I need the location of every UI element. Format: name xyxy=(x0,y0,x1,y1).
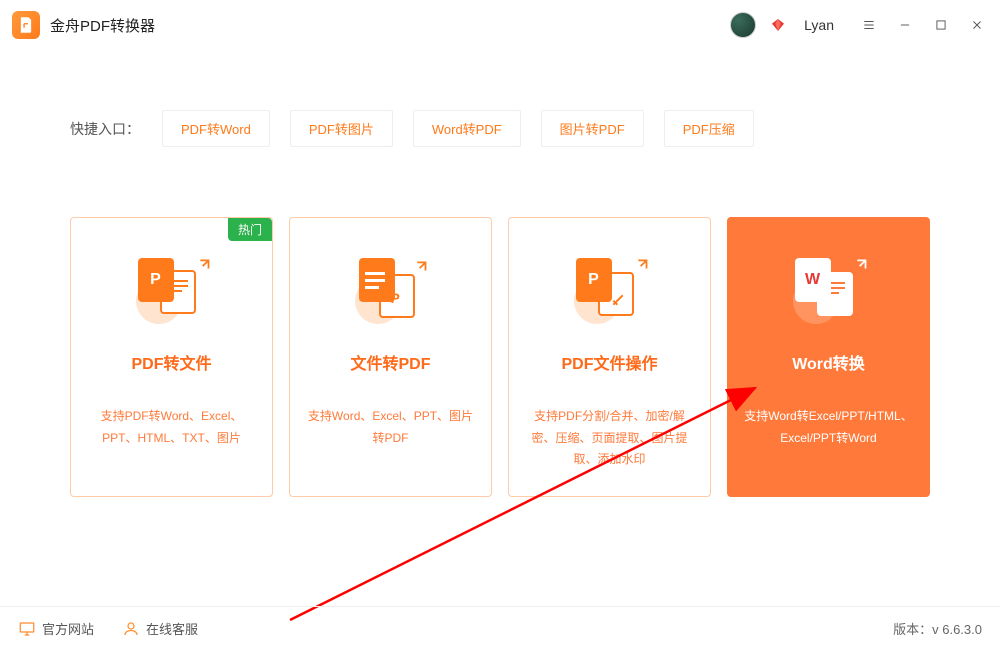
card-file-to-pdf[interactable]: P 文件转PDF 支持Word、Excel、PPT、图片转PDF xyxy=(289,217,492,497)
support-link[interactable]: 在线客服 xyxy=(122,619,198,638)
card-pdf-operations[interactable]: P PDF文件操作 支持PDF分割/合并、加密/解密、压缩、页面提取、图片提取、… xyxy=(508,217,711,497)
card-icon-pdf-ops: P xyxy=(570,258,650,328)
card-desc: 支持PDF分割/合并、加密/解密、压缩、页面提取、图片提取、添加水印 xyxy=(509,406,710,471)
maximize-button[interactable] xyxy=(930,14,952,36)
vip-icon xyxy=(770,17,786,33)
card-icon-word-convert: W xyxy=(789,258,869,328)
avatar[interactable] xyxy=(730,12,756,38)
quick-label: 快捷入口： xyxy=(70,119,140,139)
card-pdf-to-file[interactable]: 热门 P PDF转文件 支持PDF转Word、Excel、PPT、HTML、TX… xyxy=(70,217,273,497)
username: Lyan xyxy=(804,17,834,33)
card-desc: 支持Word转Excel/PPT/HTML、Excel/PPT转Word xyxy=(728,406,929,449)
footer: 官方网站 在线客服 版本：v 6.6.3.0 xyxy=(0,606,1000,650)
support-icon xyxy=(122,620,140,638)
version-info: 版本：v 6.6.3.0 xyxy=(893,619,982,638)
menu-button[interactable] xyxy=(858,14,880,36)
main-content: 快捷入口： PDF转Word PDF转图片 Word转PDF 图片转PDF PD… xyxy=(0,50,1000,497)
app-logo-icon xyxy=(12,11,40,39)
card-title: PDF文件操作 xyxy=(561,350,657,374)
card-word-convert[interactable]: W Word转换 支持Word转Excel/PPT/HTML、Excel/PPT… xyxy=(727,217,930,497)
close-button[interactable] xyxy=(966,14,988,36)
monitor-icon xyxy=(18,620,36,638)
official-site-label: 官方网站 xyxy=(42,619,94,638)
quick-btn-pdf-compress[interactable]: PDF压缩 xyxy=(664,110,754,147)
quick-btn-pdf-to-image[interactable]: PDF转图片 xyxy=(290,110,393,147)
card-title: PDF转文件 xyxy=(131,350,211,374)
card-desc: 支持Word、Excel、PPT、图片转PDF xyxy=(290,406,491,449)
hot-badge: 热门 xyxy=(228,218,272,241)
app-title: 金舟PDF转换器 xyxy=(50,15,155,36)
quick-access-row: 快捷入口： PDF转Word PDF转图片 Word转PDF 图片转PDF PD… xyxy=(70,110,930,147)
card-icon-pdf-to-file: P xyxy=(132,258,212,328)
official-site-link[interactable]: 官方网站 xyxy=(18,619,94,638)
quick-btn-image-to-pdf[interactable]: 图片转PDF xyxy=(541,110,644,147)
minimize-button[interactable] xyxy=(894,14,916,36)
card-title: Word转换 xyxy=(792,350,865,374)
titlebar: 金舟PDF转换器 Lyan xyxy=(0,0,1000,50)
support-label: 在线客服 xyxy=(146,619,198,638)
card-icon-file-to-pdf: P xyxy=(351,258,431,328)
feature-cards: 热门 P PDF转文件 支持PDF转Word、Excel、PPT、HTML、TX… xyxy=(70,217,930,497)
quick-btn-pdf-to-word[interactable]: PDF转Word xyxy=(162,110,270,147)
card-title: 文件转PDF xyxy=(350,350,430,374)
quick-btn-word-to-pdf[interactable]: Word转PDF xyxy=(413,110,521,147)
card-desc: 支持PDF转Word、Excel、PPT、HTML、TXT、图片 xyxy=(71,406,272,449)
